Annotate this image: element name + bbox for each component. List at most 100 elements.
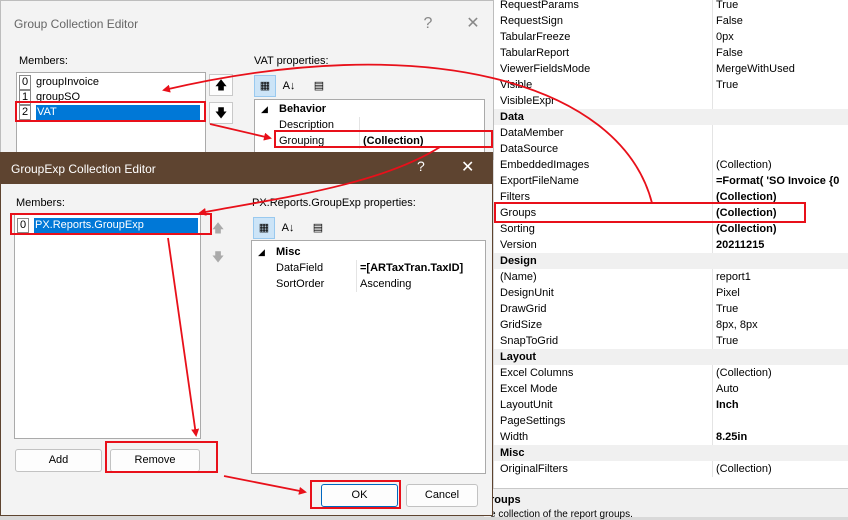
collapse-icon[interactable]: ◢	[261, 101, 268, 117]
category-row[interactable]: ◢ Behavior	[255, 101, 484, 117]
property-row[interactable]: DesignUnit Pixel	[494, 285, 848, 301]
property-value[interactable]: True	[716, 0, 848, 13]
property-name: Visible	[500, 79, 533, 91]
property-name: SnapToGrid	[500, 335, 559, 347]
property-row[interactable]: Sorting (Collection)	[494, 221, 848, 237]
property-row[interactable]: Excel Mode Auto	[494, 381, 848, 397]
property-row[interactable]: Width 8.25in	[494, 429, 848, 445]
cancel-button[interactable]: Cancel	[406, 484, 478, 507]
highlight-grouping-row	[274, 130, 493, 148]
property-row[interactable]: ViewerFieldsMode MergeWithUsed	[494, 61, 848, 77]
property-value[interactable]: (Collection)	[716, 461, 848, 477]
description-text: e collection of the report groups.	[490, 509, 633, 520]
add-button[interactable]: Add	[15, 449, 102, 472]
move-down-button[interactable]: 🡇	[209, 102, 233, 124]
help-button[interactable]: ?	[417, 158, 425, 174]
categorized-icon[interactable]: ▦	[253, 217, 275, 239]
property-row[interactable]: Visible True	[494, 77, 848, 93]
property-value[interactable]: True	[716, 333, 848, 349]
property-row[interactable]: TabularReport False	[494, 45, 848, 61]
property-value[interactable]: Ascending	[360, 276, 411, 292]
property-row[interactable]: VisibleExpr	[494, 93, 848, 109]
property-row[interactable]: DataMember	[494, 125, 848, 141]
property-row[interactable]: SortOrder Ascending	[252, 276, 485, 292]
alphabetical-icon[interactable]: A↓	[278, 75, 300, 97]
property-value[interactable]: 20211215	[716, 237, 848, 253]
property-row[interactable]: TabularFreeze 0px	[494, 29, 848, 45]
property-value[interactable]: =Format( 'SO Invoice {0	[716, 173, 848, 189]
members-label: Members:	[19, 55, 68, 67]
category-label: Behavior	[279, 103, 327, 115]
property-row[interactable]: EmbeddedImages (Collection)	[494, 157, 848, 173]
property-row[interactable]: DrawGrid True	[494, 301, 848, 317]
property-name: OriginalFilters	[500, 463, 568, 475]
property-name: DataField	[276, 262, 324, 274]
property-row[interactable]: (Name) report1	[494, 269, 848, 285]
property-row[interactable]: Version 20211215	[494, 237, 848, 253]
property-value[interactable]: (Collection)	[716, 157, 848, 173]
category-row[interactable]: ◢ Misc	[252, 244, 485, 260]
property-value[interactable]: Inch	[716, 397, 848, 413]
property-value[interactable]: Auto	[716, 381, 848, 397]
item-label: groupInvoice	[36, 76, 99, 88]
help-button[interactable]: ?	[413, 9, 443, 39]
move-down-button[interactable]: 🡇	[206, 246, 230, 268]
property-name: DataSource	[500, 143, 559, 155]
property-row[interactable]: PageSettings	[494, 413, 848, 429]
property-name: (Name)	[500, 271, 537, 283]
property-row[interactable]: Excel Columns (Collection)	[494, 365, 848, 381]
property-row[interactable]: OriginalFilters (Collection)	[494, 461, 848, 477]
property-value[interactable]: Pixel	[716, 285, 848, 301]
property-name: DrawGrid	[500, 303, 547, 315]
property-pages-icon[interactable]: ▤	[307, 217, 329, 239]
property-row[interactable]: LayoutUnit Inch	[494, 397, 848, 413]
property-value[interactable]: MergeWithUsed	[716, 61, 848, 77]
property-row[interactable]: RequestSign False	[494, 13, 848, 29]
properties-label: PX.Reports.GroupExp properties:	[252, 197, 416, 209]
property-value[interactable]: True	[716, 77, 848, 93]
property-description-panel: roups e collection of the report groups.	[484, 488, 848, 520]
property-name: TabularFreeze	[500, 31, 571, 43]
title-bar: GroupExp Collection Editor ? ✕	[1, 153, 492, 184]
category-label: Misc	[276, 246, 301, 258]
property-value[interactable]: (Collection)	[716, 365, 848, 381]
property-value[interactable]: report1	[716, 269, 848, 285]
members-list[interactable]: 0 PX.Reports.GroupExp	[14, 214, 201, 439]
property-value[interactable]: False	[716, 45, 848, 61]
property-row[interactable]: SnapToGrid True	[494, 333, 848, 349]
category-label: Layout	[500, 351, 537, 363]
property-value[interactable]: 8px, 8px	[716, 317, 848, 333]
property-value[interactable]: False	[716, 13, 848, 29]
categorized-icon[interactable]: ▦	[254, 75, 276, 97]
property-pages-icon[interactable]: ▤	[308, 75, 330, 97]
property-value[interactable]: 0px	[716, 29, 848, 45]
category-row[interactable]: Layout	[494, 349, 848, 365]
property-value[interactable]: True	[716, 301, 848, 317]
highlight-groupexp-item	[10, 213, 212, 235]
property-row[interactable]: GridSize 8px, 8px	[494, 317, 848, 333]
move-up-button[interactable]: 🡅	[209, 74, 233, 96]
category-row[interactable]: Design	[494, 253, 848, 269]
property-value[interactable]: =[ARTaxTran.TaxID]	[360, 260, 463, 276]
properties-label: VAT properties:	[254, 55, 329, 67]
property-row[interactable]: DataField =[ARTaxTran.TaxID]	[252, 260, 485, 276]
highlight-groups-row	[494, 202, 806, 223]
collapse-icon[interactable]: ◢	[258, 244, 265, 260]
close-button[interactable]: ✕	[458, 9, 488, 39]
property-name: Width	[500, 431, 529, 443]
category-label: Data	[500, 111, 524, 123]
property-row[interactable]: RequestParams True	[494, 0, 848, 13]
close-button[interactable]: ✕	[461, 157, 474, 177]
property-value[interactable]: (Collection)	[716, 221, 848, 237]
category-row[interactable]: Misc	[494, 445, 848, 461]
property-value[interactable]: 8.25in	[716, 429, 848, 445]
alphabetical-icon[interactable]: A↓	[277, 217, 299, 239]
property-row[interactable]: ExportFileName =Format( 'SO Invoice {0	[494, 173, 848, 189]
highlight-vat-item	[15, 101, 206, 122]
property-name: Sorting	[500, 223, 535, 235]
property-name: ViewerFieldsMode	[500, 63, 591, 75]
property-row[interactable]: DataSource	[494, 141, 848, 157]
property-name: GridSize	[500, 319, 543, 331]
list-item[interactable]: 0 groupInvoice	[19, 75, 99, 90]
category-row[interactable]: Data	[494, 109, 848, 125]
